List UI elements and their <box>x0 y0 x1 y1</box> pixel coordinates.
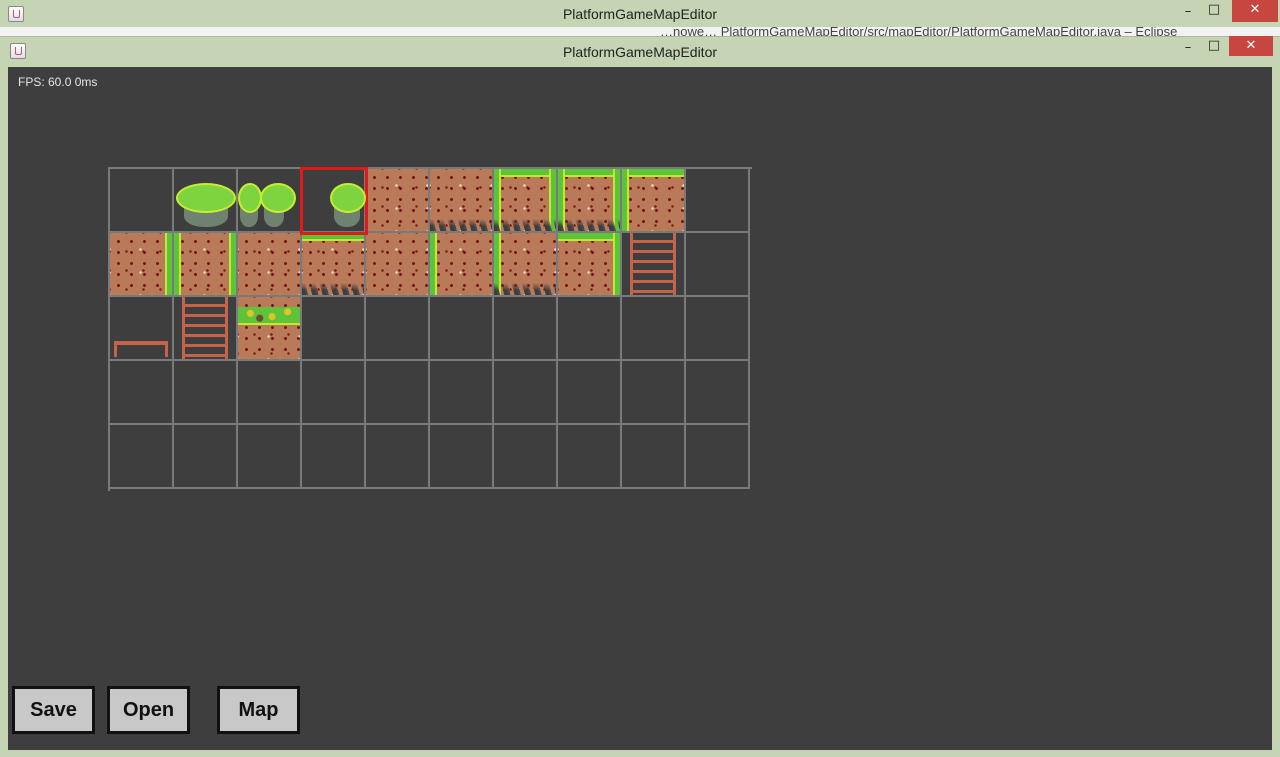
tile-cell-empty[interactable] <box>110 425 174 489</box>
dirt-texture <box>238 233 300 295</box>
tile-cell-dirt[interactable] <box>238 233 302 297</box>
tile-cell-empty[interactable] <box>110 361 174 425</box>
close-button[interactable]: ✕ <box>1229 36 1273 56</box>
ladder-sprite <box>630 233 676 295</box>
tile-cell-empty[interactable] <box>430 425 494 489</box>
grass-edge <box>430 233 437 295</box>
tile-cell-empty[interactable] <box>174 425 238 489</box>
grass-edge <box>622 169 629 231</box>
tile-cell-dirt-grass-top-spikes[interactable] <box>302 233 366 297</box>
back-window-titlebar[interactable]: PlatformGameMapEditor – □ ✕ <box>0 0 1280 27</box>
tile-cell-empty[interactable] <box>366 361 430 425</box>
tile-cell-empty[interactable] <box>366 297 430 361</box>
tile-cell-empty[interactable] <box>430 361 494 425</box>
grass-edge <box>558 233 620 241</box>
grass-edge <box>229 233 236 295</box>
tile-cell-empty[interactable] <box>494 297 558 361</box>
tile-cell-empty[interactable] <box>622 425 686 489</box>
grass-edge <box>622 169 684 177</box>
tile-cell-dirt-grass-left-spikes[interactable] <box>494 233 558 297</box>
back-minimize-button[interactable]: – <box>1178 3 1198 21</box>
tile-cell-ladder[interactable] <box>622 233 686 297</box>
tile-cell-floating-island-right[interactable] <box>300 167 368 235</box>
dirt-texture <box>430 233 492 295</box>
tile-cell-empty[interactable] <box>686 233 750 297</box>
tile-cell-dirt-grass-top-right[interactable] <box>558 233 622 297</box>
tile-cell-empty[interactable] <box>110 169 174 233</box>
island-grass <box>176 183 236 213</box>
tile-cell-empty[interactable] <box>494 425 558 489</box>
tile-cell-dirt-grass-left[interactable] <box>430 233 494 297</box>
editor-canvas[interactable]: FPS: 60.0 0ms Save Open Map <box>8 67 1272 750</box>
grass-edge <box>165 233 172 295</box>
grass-edge <box>558 169 620 177</box>
tile-cell-dirt-spikes[interactable] <box>430 169 494 233</box>
spike-edge <box>494 219 556 231</box>
tile-palette-grid[interactable] <box>108 167 752 491</box>
tile-cell-dirt-grass-top-left-right-spikes[interactable] <box>558 169 622 233</box>
dirt-texture <box>174 233 236 295</box>
tile-cell-empty[interactable] <box>622 361 686 425</box>
map-button[interactable]: Map <box>217 686 300 734</box>
flower-bush <box>238 307 300 325</box>
grass-edge <box>494 169 556 177</box>
tile-cell-empty[interactable] <box>686 361 750 425</box>
back-maximize-button[interactable]: □ <box>1204 1 1224 19</box>
tile-cell-floating-island-wide[interactable] <box>174 169 238 233</box>
tile-cell-empty[interactable] <box>238 425 302 489</box>
platform-sprite <box>114 341 168 357</box>
tile-cell-empty[interactable] <box>622 297 686 361</box>
open-button[interactable]: Open <box>107 686 190 734</box>
spike-edge <box>558 219 620 231</box>
grass-edge <box>613 233 620 295</box>
tile-cell-empty[interactable] <box>302 361 366 425</box>
grass-edge <box>174 233 181 295</box>
dirt-texture <box>622 169 684 231</box>
tile-cell-empty[interactable] <box>430 297 494 361</box>
spike-edge <box>494 283 556 295</box>
island-grass <box>238 183 262 213</box>
tile-cell-dirt-bush[interactable] <box>238 297 302 361</box>
island-grass <box>260 183 296 213</box>
grass-edge <box>302 233 364 241</box>
ladder-sprite <box>182 297 228 359</box>
tile-cell-empty[interactable] <box>686 169 750 233</box>
spike-edge <box>302 283 364 295</box>
back-window-content-strip: …nowe… PlatformGameMapEditor/src/mapEdit… <box>0 27 1280 36</box>
tile-cell-empty[interactable] <box>558 297 622 361</box>
back-close-button[interactable]: ✕ <box>1232 0 1278 22</box>
tile-cell-empty[interactable] <box>558 361 622 425</box>
tile-cell-dirt-grass-top-left[interactable] <box>622 169 686 233</box>
tile-cell-empty[interactable] <box>558 425 622 489</box>
fps-counter: FPS: 60.0 0ms <box>18 75 98 89</box>
tile-cell-dirt-grass-left-right[interactable] <box>174 233 238 297</box>
tile-cell-empty[interactable] <box>494 361 558 425</box>
dirt-texture <box>558 233 620 295</box>
island-grass <box>330 183 366 213</box>
tile-cell-empty[interactable] <box>302 297 366 361</box>
spike-edge <box>430 219 492 231</box>
tile-cell-ladder[interactable] <box>174 297 238 361</box>
back-window-ghost-text: …nowe… PlatformGameMapEditor/src/mapEdit… <box>660 27 1178 36</box>
save-button[interactable]: Save <box>12 686 95 734</box>
tile-cell-empty[interactable] <box>302 425 366 489</box>
minimize-button[interactable]: – <box>1178 39 1198 57</box>
tile-cell-empty[interactable] <box>366 425 430 489</box>
tile-cell-dirt-grass-right[interactable] <box>110 233 174 297</box>
tile-cell-dirt-grass-top-left-right-spikes[interactable] <box>494 169 558 233</box>
dirt-texture <box>110 233 172 295</box>
tile-cell-empty[interactable] <box>174 361 238 425</box>
front-window-title: PlatformGameMapEditor <box>562 44 718 60</box>
tile-cell-empty[interactable] <box>686 297 750 361</box>
tile-cell-floating-island-pair[interactable] <box>238 169 302 233</box>
tile-cell-platform[interactable] <box>110 297 174 361</box>
dirt-texture <box>366 233 428 295</box>
tile-cell-dirt[interactable] <box>366 169 430 233</box>
tile-cell-empty[interactable] <box>686 425 750 489</box>
back-window-title: PlatformGameMapEditor <box>562 6 718 22</box>
maximize-button[interactable]: □ <box>1204 37 1224 55</box>
dirt-texture <box>366 169 428 231</box>
tile-cell-empty[interactable] <box>238 361 302 425</box>
tile-cell-dirt[interactable] <box>366 233 430 297</box>
